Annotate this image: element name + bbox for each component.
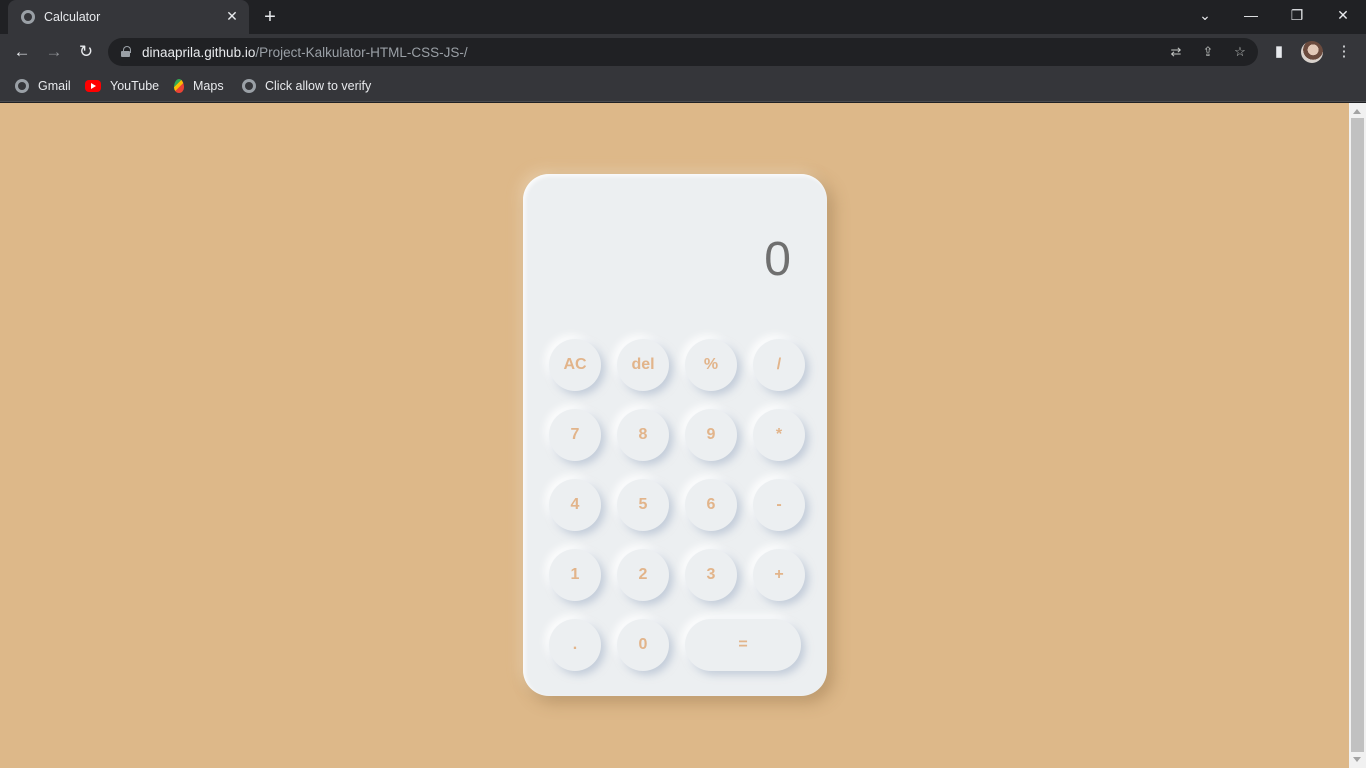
globe-icon — [242, 79, 256, 93]
minimize-icon[interactable]: — — [1238, 4, 1264, 26]
minus-button[interactable]: - — [753, 479, 805, 531]
delete-button[interactable]: del — [617, 339, 669, 391]
menu-icon[interactable]: ⋮ — [1333, 41, 1355, 63]
digit-6-button[interactable]: 6 — [685, 479, 737, 531]
lock-icon[interactable] — [121, 46, 131, 57]
profile-avatar[interactable] — [1301, 41, 1323, 63]
plus-button[interactable]: + — [753, 549, 805, 601]
equals-button[interactable]: = — [685, 619, 801, 671]
reload-icon[interactable]: ↻ — [74, 40, 98, 64]
url-text[interactable]: dinaaprila.github.io/Project-Kalkulator-… — [142, 45, 468, 60]
forward-icon[interactable]: → — [42, 40, 66, 64]
restore-icon[interactable]: ❐ — [1284, 4, 1310, 26]
bookmark-maps[interactable]: Maps — [174, 76, 224, 96]
url-host: dinaaprila.github.io — [142, 45, 256, 60]
clear-button[interactable]: AC — [549, 339, 601, 391]
address-bar[interactable]: dinaaprila.github.io/Project-Kalkulator-… — [108, 38, 1258, 66]
window-close-icon[interactable]: ✕ — [1330, 4, 1356, 26]
bookmark-star-icon[interactable]: ☆ — [1231, 43, 1249, 61]
bookmark-youtube[interactable]: YouTube — [85, 76, 159, 96]
page-viewport: 0 AC del% / 7 8 9 * 4 5 6- 1 2 3 +. 0 = — [0, 103, 1349, 768]
calculator-display: 0 — [764, 233, 791, 286]
globe-icon — [21, 10, 35, 24]
digit-1-button[interactable]: 1 — [549, 549, 601, 601]
youtube-icon — [85, 80, 101, 92]
close-tab-icon[interactable]: ✕ — [224, 8, 240, 24]
bookmark-label: Gmail — [38, 79, 71, 93]
url-path: /Project-Kalkulator-HTML-CSS-JS-/ — [255, 45, 468, 60]
tab-search-icon[interactable]: ⌄ — [1192, 4, 1218, 26]
globe-icon — [15, 79, 29, 93]
scrollbar-thumb[interactable] — [1351, 118, 1364, 752]
digit-2-button[interactable]: 2 — [617, 549, 669, 601]
title-bar: Calculator ✕ + ⌄ — ❐ ✕ — [0, 0, 1366, 34]
digit-3-button[interactable]: 3 — [685, 549, 737, 601]
browser-toolbar: ← → ↻ dinaaprila.github.io/Project-Kalku… — [0, 34, 1366, 70]
bookmark-label: Maps — [193, 79, 224, 93]
digit-7-button[interactable]: 7 — [549, 409, 601, 461]
digit-4-button[interactable]: 4 — [549, 479, 601, 531]
bookmark-label: Click allow to verify — [265, 79, 372, 93]
percent-button[interactable]: % — [685, 339, 737, 391]
calculator: 0 AC del% / 7 8 9 * 4 5 6- 1 2 3 +. 0 = — [523, 174, 827, 696]
digit-8-button[interactable]: 8 — [617, 409, 669, 461]
back-icon[interactable]: ← — [10, 40, 34, 64]
digit-9-button[interactable]: 9 — [685, 409, 737, 461]
new-tab-button[interactable]: + — [259, 6, 281, 28]
bookmark-label: YouTube — [110, 79, 160, 93]
digit-5-button[interactable]: 5 — [617, 479, 669, 531]
side-panel-icon[interactable]: ▮ — [1268, 41, 1290, 63]
bookmark-click-allow[interactable]: Click allow to verify — [242, 76, 371, 96]
decimal-button[interactable]: . — [549, 619, 601, 671]
browser-tab[interactable]: Calculator ✕ — [8, 0, 249, 34]
scroll-down-icon[interactable] — [1353, 757, 1361, 762]
bookmarks-bar: Gmail YouTube Maps Click allow to verify — [0, 70, 1366, 102]
maps-icon — [174, 79, 184, 93]
divide-button[interactable]: / — [753, 339, 805, 391]
multiply-button[interactable]: * — [753, 409, 805, 461]
vertical-scrollbar[interactable] — [1349, 103, 1366, 768]
tab-title: Calculator — [44, 10, 101, 24]
translate-icon[interactable]: ⇄ — [1167, 43, 1185, 61]
bookmark-gmail[interactable]: Gmail — [15, 76, 71, 96]
digit-0-button[interactable]: 0 — [617, 619, 669, 671]
scroll-up-icon[interactable] — [1353, 109, 1361, 114]
share-icon[interactable]: ⇪ — [1199, 43, 1217, 61]
